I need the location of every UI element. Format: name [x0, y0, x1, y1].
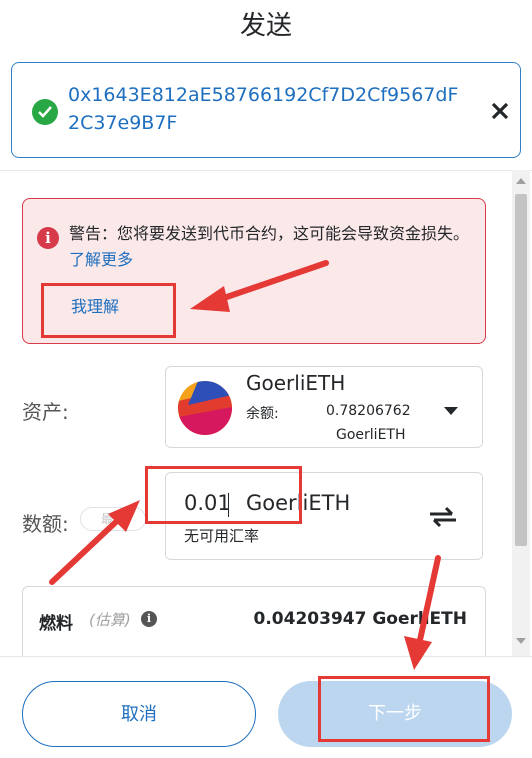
annotation-box-next: [318, 676, 490, 742]
max-button[interactable]: 最大: [80, 507, 146, 531]
asset-selector[interactable]: GoerliETH 余额: 0.78206762 GoerliETH: [165, 366, 483, 448]
amount-label: 数额:: [22, 512, 69, 536]
scroll-down-icon[interactable]: [516, 638, 526, 644]
recipient-field[interactable]: 0x1643E812aE58766192Cf7D2Cf9567dF2C37e9B…: [11, 62, 521, 158]
gas-value: 0.04203947 GoerliETH: [253, 609, 467, 629]
info-icon: i: [37, 227, 59, 249]
balance-label: 余额:: [246, 406, 279, 422]
scrollbar-thumb[interactable]: [515, 194, 527, 546]
gas-fee-row: 燃料 (估算) i 0.04203947 GoerliETH: [22, 586, 486, 666]
scrollbar[interactable]: [512, 170, 530, 656]
cancel-button[interactable]: 取消: [22, 681, 256, 747]
annotation-box-acknowledge: [41, 283, 176, 338]
gas-label: 燃料: [39, 614, 73, 634]
annotation-box-amount: [145, 466, 302, 524]
asset-label: 资产:: [22, 400, 69, 424]
token-avatar-icon: [178, 381, 232, 435]
warning-message: 警告：您将要发送到代币合约，这可能会导致资金损失。了解更多: [69, 221, 479, 273]
conversion-rate-text: 无可用汇率: [184, 527, 260, 545]
check-circle-icon: [32, 99, 58, 125]
balance-unit: GoerliETH: [336, 427, 406, 443]
page-title: 发送: [239, 11, 292, 41]
balance-value: 0.78206762: [326, 403, 411, 419]
swap-icon[interactable]: [426, 505, 460, 529]
gas-estimate-label: (估算): [89, 611, 131, 629]
warning-text: 警告：您将要发送到代币合约，这可能会导致资金损失。: [69, 224, 470, 243]
chevron-down-icon[interactable]: [444, 407, 458, 415]
recipient-address: 0x1643E812aE58766192Cf7D2Cf9567dF2C37e9B…: [68, 84, 459, 134]
scroll-up-icon[interactable]: [516, 178, 526, 184]
close-icon[interactable]: [488, 99, 512, 123]
asset-name: GoerliETH: [246, 371, 346, 395]
learn-more-link[interactable]: 了解更多: [69, 250, 133, 269]
info-icon[interactable]: i: [141, 611, 157, 627]
